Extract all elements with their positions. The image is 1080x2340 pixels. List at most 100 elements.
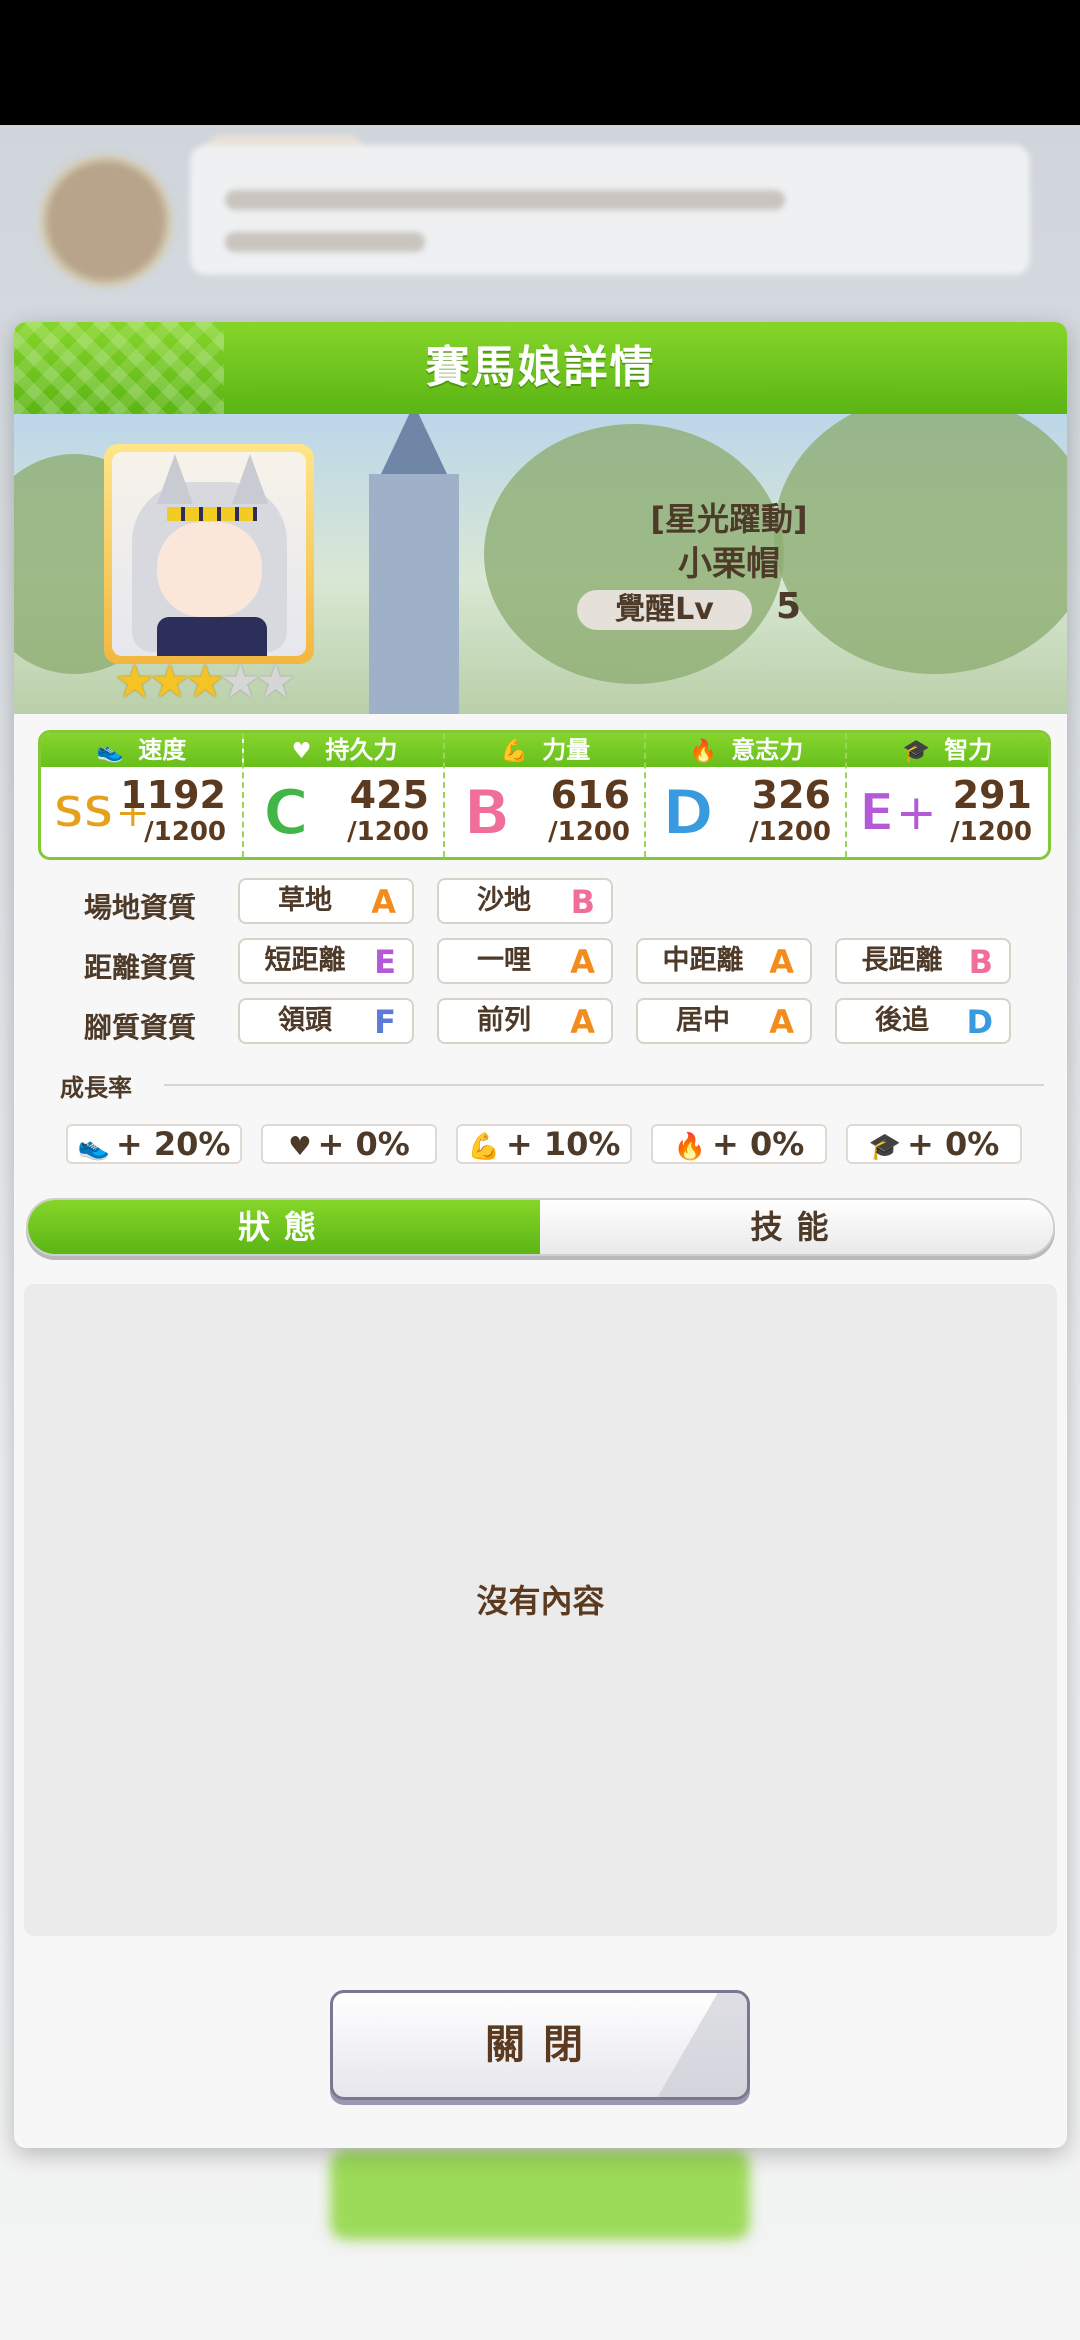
detail-tabs: 狀態 技能: [26, 1198, 1055, 1256]
graduation-cap-icon: 🎓: [902, 739, 931, 764]
aptitude-grade: D: [966, 1003, 993, 1041]
stat-value: 326: [751, 773, 831, 817]
character-banner: ★★★★★ [星光躍動] 小栗帽 覺醒Lv 5: [14, 414, 1067, 714]
umamusume-detail-dialog: 賽馬娘詳情 ★★★★★ [星光躍動] 小栗帽 覺醒Lv 5 👟 速度 SS+ 1…: [14, 322, 1067, 2148]
aptitude-grade: E: [374, 943, 396, 981]
character-epithet: [星光躍動]: [650, 500, 808, 538]
stat-value: 1192: [120, 773, 226, 817]
character-portrait: [112, 452, 306, 656]
close-button[interactable]: 關閉: [330, 1990, 750, 2100]
heart-icon: ♥: [288, 1132, 312, 1162]
star-icon: ★: [149, 654, 190, 708]
stat-guts: 🔥 意志力 D 326 /1200: [644, 733, 847, 857]
background-avatar: [40, 155, 172, 287]
growth-divider: [164, 1084, 1044, 1086]
growth-speed: 👟 + 20%: [66, 1124, 242, 1164]
aptitude-chip-mile: 一哩 A: [437, 938, 613, 984]
stat-speed: 👟 速度 SS+ 1192 /1200: [41, 733, 242, 857]
background-button: [330, 2150, 750, 2240]
stat-grade: E+: [858, 782, 939, 844]
stat-value: 425: [349, 773, 429, 817]
status-bar: [0, 0, 1080, 125]
awakening-level-label: 覺醒Lv: [577, 590, 752, 630]
character-name: 小栗帽: [678, 544, 780, 584]
clock-tower-roof: [381, 414, 447, 474]
aptitude-chip-dirt: 沙地 B: [437, 878, 613, 924]
aptitude-chip-short: 短距離 E: [238, 938, 414, 984]
stat-max: /1200: [749, 817, 831, 847]
aptitude-grade: A: [769, 943, 794, 981]
aptitude-chip-turf: 草地 A: [238, 878, 414, 924]
stat-grade: B: [462, 776, 511, 850]
clock-tower: [369, 474, 459, 714]
stat-label: 力量: [542, 736, 591, 764]
dialog-header: 賽馬娘詳情: [14, 322, 1067, 414]
aptitude-grade: B: [968, 943, 993, 981]
aptitude-chip-end-closer: 後追 D: [835, 998, 1011, 1044]
aptitude-chip-long: 長距離 B: [835, 938, 1011, 984]
stat-stamina: ♥ 持久力 C 425 /1200: [242, 733, 445, 857]
heart-icon: ♥: [291, 739, 312, 764]
stat-grade: SS+: [52, 786, 152, 839]
stat-grade: D: [661, 776, 714, 850]
background-message-box: [190, 145, 1030, 275]
aptitude-grade: F: [374, 1003, 396, 1041]
stat-max: /1200: [548, 817, 630, 847]
aptitude-chip-medium: 中距離 A: [636, 938, 812, 984]
stats-panel: 👟 速度 SS+ 1192 /1200 ♥ 持久力 C 425 /1200 💪 力量 …: [38, 730, 1051, 860]
stat-wisdom: 🎓 智力 E+ 291 /1200: [845, 733, 1048, 857]
stat-label: 意志力: [731, 736, 804, 764]
portrait-ear: [232, 454, 268, 504]
tab-status[interactable]: 狀態: [28, 1200, 540, 1254]
awakening-level-value: 5: [776, 586, 802, 627]
stat-max: /1200: [347, 817, 429, 847]
tab-content-area: 沒有內容: [24, 1284, 1057, 1936]
tab-skills[interactable]: 技能: [540, 1200, 1053, 1254]
stat-max: /1200: [950, 817, 1032, 847]
style-aptitude-label: 腳質資質: [84, 1011, 197, 1044]
aptitude-grade: A: [769, 1003, 794, 1041]
stat-value: 616: [550, 773, 630, 817]
close-button-label: 關閉: [485, 2022, 601, 2068]
aptitude-grade: A: [570, 1003, 595, 1041]
star-icon: ★: [219, 654, 261, 708]
growth-wisdom: 🎓 + 0%: [846, 1124, 1022, 1164]
stat-power: 💪 力量 B 616 /1200: [443, 733, 646, 857]
rarity-stars: ★★★★★: [114, 654, 296, 708]
flame-icon: 🔥: [673, 1132, 707, 1162]
portrait-headpiece: [167, 507, 257, 521]
muscle-icon: 💪: [500, 739, 529, 764]
shoe-icon: 👟: [96, 739, 125, 764]
portrait-face: [157, 522, 262, 617]
stat-value: 291: [952, 773, 1032, 817]
background-message-line: [225, 190, 785, 210]
track-aptitude-label: 場地資質: [84, 891, 197, 924]
dialog-title: 賽馬娘詳情: [425, 342, 656, 393]
aptitude-chip-pace-chaser: 前列 A: [437, 998, 613, 1044]
portrait-ear: [157, 454, 193, 504]
growth-guts: 🔥 + 0%: [651, 1124, 827, 1164]
star-icon: ★: [255, 654, 296, 708]
background-message-line: [225, 232, 425, 252]
aptitude-chip-front-runner: 領頭 F: [238, 998, 414, 1044]
growth-rate-label: 成長率: [60, 1074, 132, 1102]
stat-label: 速度: [138, 736, 187, 764]
aptitude-grade: B: [570, 883, 595, 921]
stat-label: 持久力: [325, 736, 398, 764]
stat-label: 智力: [944, 736, 993, 764]
empty-content-text: 沒有內容: [476, 1582, 605, 1620]
stat-grade: C: [262, 776, 310, 850]
character-portrait-frame: [104, 444, 314, 664]
star-icon: ★: [184, 654, 226, 708]
distance-aptitude-label: 距離資質: [84, 951, 197, 984]
growth-stamina: ♥ + 0%: [261, 1124, 437, 1164]
stat-max: /1200: [144, 817, 226, 847]
shoe-icon: 👟: [77, 1132, 110, 1162]
aptitude-grade: A: [371, 883, 396, 921]
growth-power: 💪 + 10%: [456, 1124, 632, 1164]
star-icon: ★: [114, 654, 155, 708]
aptitude-grade: A: [570, 943, 595, 981]
flame-icon: 🔥: [689, 739, 718, 764]
graduation-cap-icon: 🎓: [868, 1132, 902, 1162]
portrait-uniform: [157, 617, 267, 656]
